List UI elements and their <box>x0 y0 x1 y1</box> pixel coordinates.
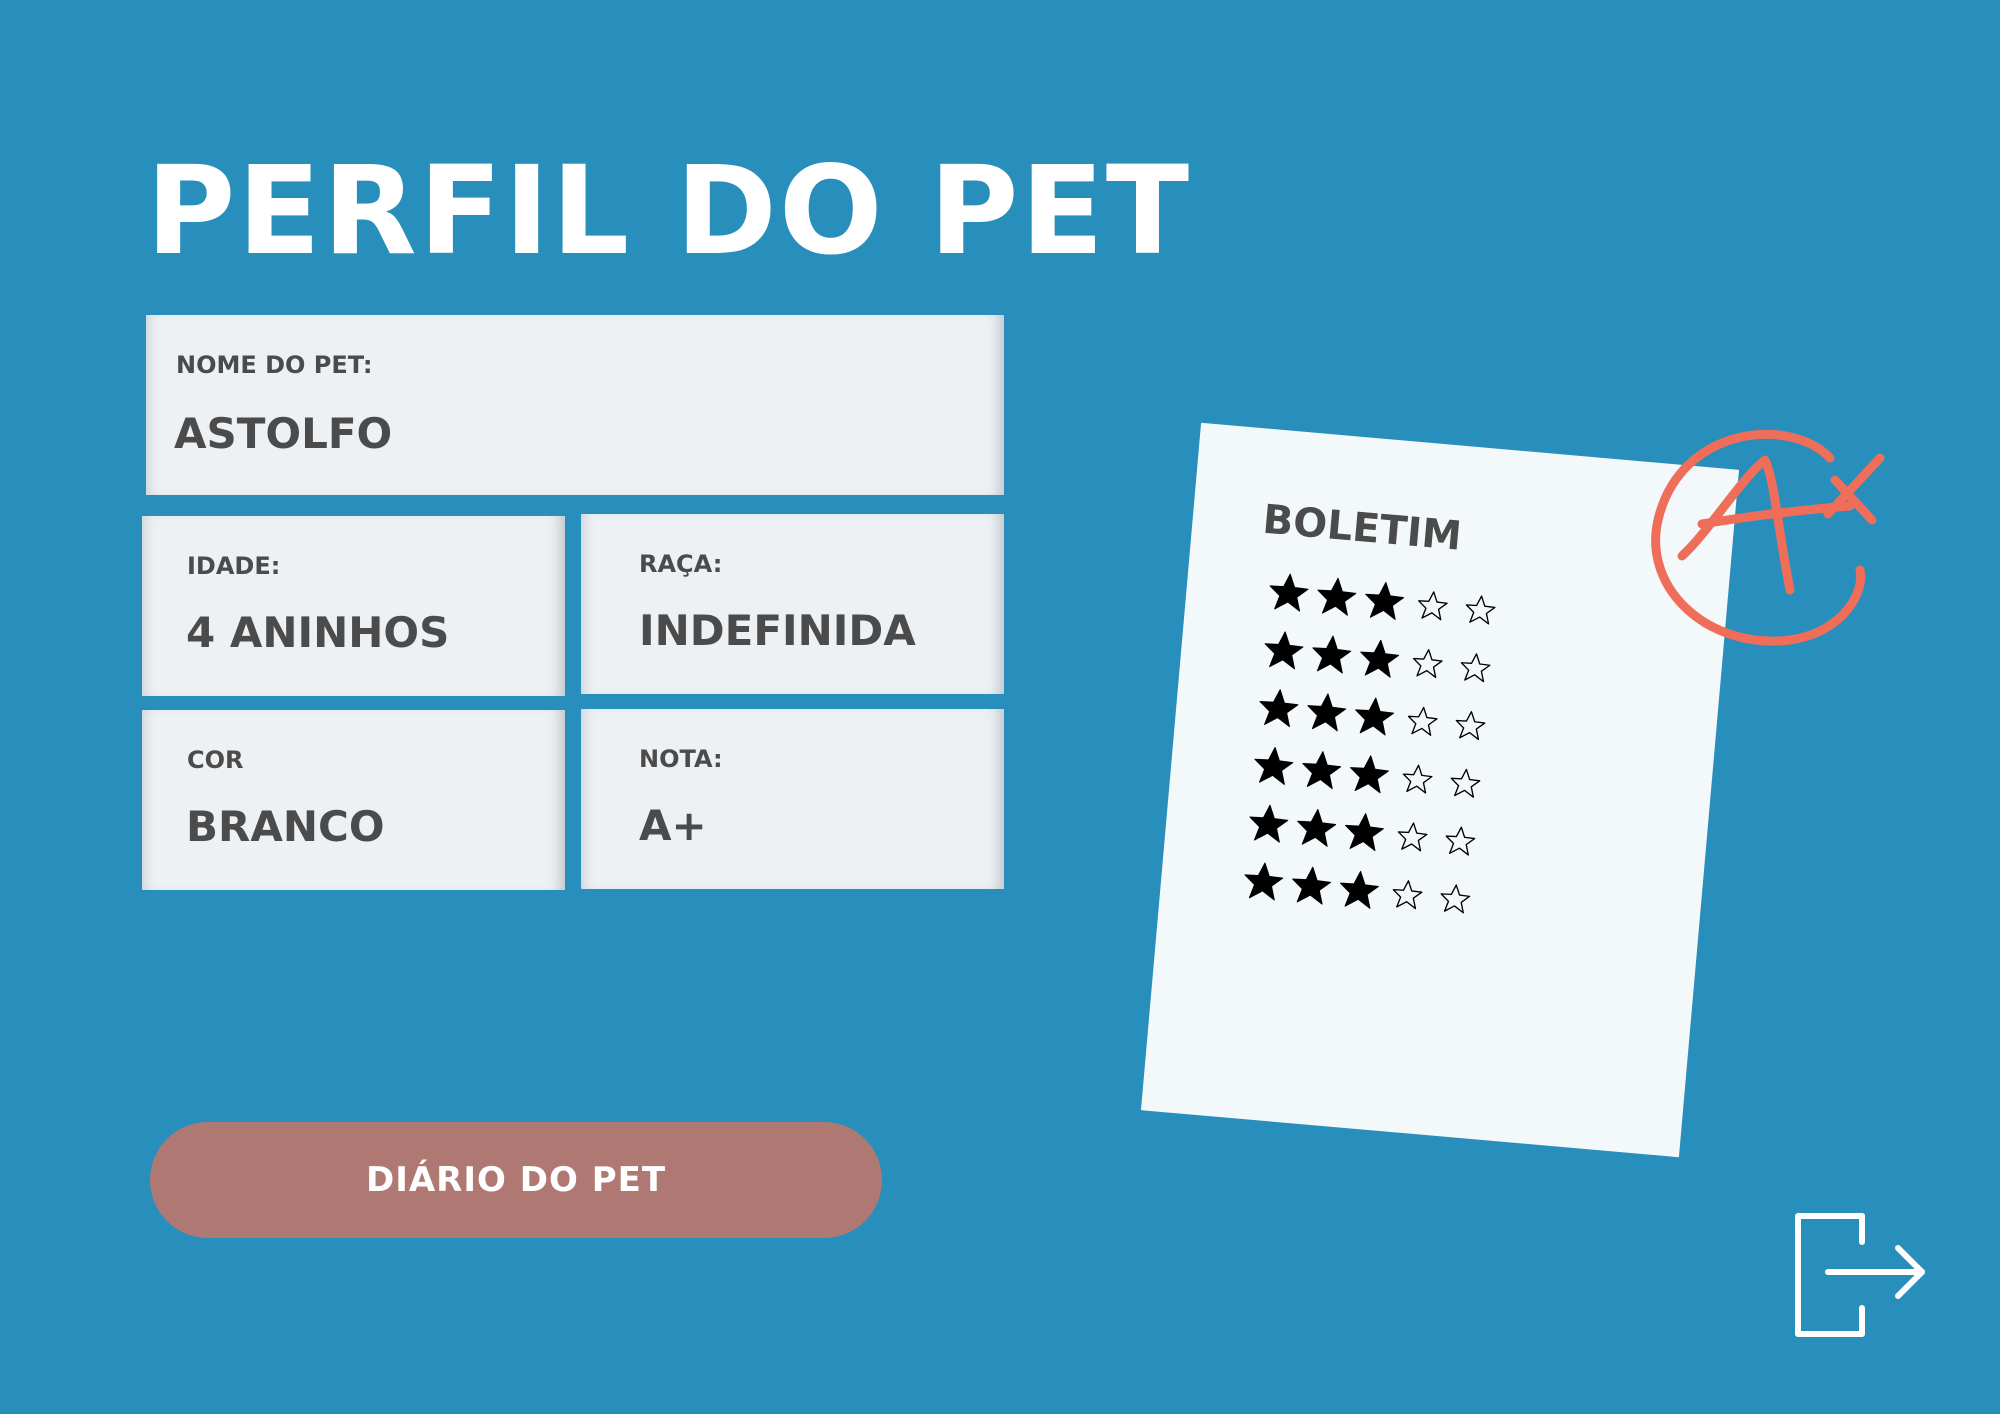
star-empty-icon <box>1440 884 1471 914</box>
pet-breed-card: RAÇA: INDEFINIDA <box>581 514 1004 694</box>
star-filled-icon <box>1244 862 1284 901</box>
star-filled-icon <box>1249 804 1289 843</box>
pet-age-value: 4 ANINHOS <box>186 608 450 657</box>
star-empty-icon <box>1402 764 1433 794</box>
star-filled-icon <box>1254 746 1294 785</box>
star-empty-icon <box>1445 826 1476 856</box>
star-filled-icon <box>1264 631 1304 670</box>
star-filled-icon <box>1259 689 1299 728</box>
pet-color-value: BRANCO <box>186 802 385 851</box>
pet-grade-card: NOTA: A+ <box>581 709 1004 889</box>
star-empty-icon <box>1417 591 1448 621</box>
star-filled-icon <box>1297 808 1337 847</box>
page-title: PERFIL DO PET <box>146 140 1192 282</box>
star-filled-icon <box>1269 573 1309 612</box>
rating-row <box>1260 627 1499 691</box>
star-empty-icon <box>1397 822 1428 852</box>
rating-row <box>1245 800 1484 864</box>
pet-color-label: COR <box>187 746 244 774</box>
pet-grade-value: A+ <box>639 801 707 850</box>
grade-stamp-icon: A+ <box>1640 420 1885 646</box>
pet-grade-label: NOTA: <box>639 745 723 773</box>
rating-row <box>1239 858 1478 922</box>
star-filled-icon <box>1317 577 1357 616</box>
star-empty-icon <box>1465 595 1496 625</box>
star-filled-icon <box>1350 755 1389 794</box>
star-empty-icon <box>1460 653 1491 683</box>
star-empty-icon <box>1412 649 1443 679</box>
pet-breed-label: RAÇA: <box>639 550 723 578</box>
star-empty-icon <box>1450 768 1481 798</box>
star-filled-icon <box>1339 870 1379 909</box>
star-filled-icon <box>1292 866 1332 905</box>
star-filled-icon <box>1365 581 1405 620</box>
star-filled-icon <box>1355 697 1395 736</box>
star-empty-icon <box>1407 706 1438 736</box>
star-empty-icon <box>1455 711 1486 741</box>
star-filled-icon <box>1307 693 1347 732</box>
star-filled-icon <box>1345 813 1384 852</box>
rating-row <box>1250 743 1489 807</box>
star-empty-icon <box>1392 880 1423 910</box>
pet-name-card: NOME DO PET: ASTOLFO <box>146 315 1004 495</box>
star-filled-icon <box>1312 635 1352 674</box>
diary-button[interactable]: DIÁRIO DO PET <box>150 1122 882 1238</box>
grade-stamp-text: A+ <box>1640 420 1642 421</box>
pet-color-card: COR BRANCO <box>142 710 565 890</box>
star-filled-icon <box>1302 751 1342 790</box>
star-filled-icon <box>1360 639 1400 678</box>
pet-name-value: ASTOLFO <box>174 409 393 458</box>
pet-age-card: IDADE: 4 ANINHOS <box>142 516 565 696</box>
pet-breed-value: INDEFINIDA <box>639 606 916 655</box>
report-card-title: BOLETIM <box>1260 496 1464 560</box>
rating-row <box>1255 685 1494 749</box>
pet-name-label: NOME DO PET: <box>176 351 373 379</box>
rating-row <box>1265 569 1504 633</box>
logout-icon[interactable] <box>1792 1210 1932 1340</box>
pet-age-label: IDADE: <box>187 552 281 580</box>
